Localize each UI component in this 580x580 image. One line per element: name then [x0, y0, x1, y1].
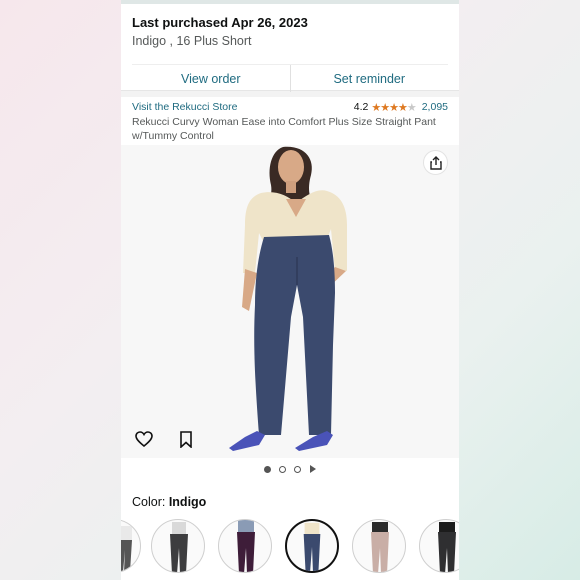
purchased-variant: Indigo , 16 Plus Short: [132, 34, 252, 48]
bookmark-icon: [180, 430, 192, 448]
rating-summary[interactable]: 4.2 ★★★★★ 2,095: [354, 101, 448, 114]
swatch-image: [170, 522, 188, 572]
color-swatch-partial[interactable]: [121, 519, 141, 573]
selected-color-name: Indigo: [168, 495, 207, 509]
color-swatch-black[interactable]: [419, 519, 459, 573]
rating-value: 4.2: [353, 101, 369, 113]
store-link[interactable]: Visit the Rekucci Store: [132, 101, 237, 113]
pager-dot[interactable]: [279, 465, 286, 473]
app-screen: Last purchased Apr 26, 2023 Indigo , 16 …: [121, 0, 459, 580]
product-header: Visit the Rekucci Store 4.2 ★★★★★ 2,095 …: [121, 97, 459, 145]
play-video-icon[interactable]: [310, 465, 316, 473]
swatch-image: [438, 522, 456, 572]
save-for-later-button[interactable]: [175, 428, 197, 450]
favorite-button[interactable]: [133, 428, 155, 450]
color-label: Color: Indigo: [132, 495, 448, 509]
swatch-image: [121, 526, 132, 572]
store-rating-row: Visit the Rekucci Store 4.2 ★★★★★ 2,095: [132, 100, 448, 114]
color-swatch-taupe[interactable]: [352, 519, 406, 573]
color-label-text: Color:: [132, 495, 166, 509]
view-order-button[interactable]: View order: [132, 65, 290, 92]
share-button[interactable]: [423, 150, 448, 175]
rating-count[interactable]: 2,095: [422, 101, 448, 113]
swatch-image: [237, 520, 255, 572]
swatch-image: [303, 522, 321, 571]
color-selector: Color: Indigo: [121, 480, 459, 579]
product-title: Rekucci Curvy Woman Ease into Comfort Pl…: [132, 116, 436, 142]
product-photo: [121, 145, 459, 458]
pager-dot[interactable]: [294, 465, 301, 473]
share-icon: [429, 155, 442, 170]
heart-icon: [135, 431, 153, 447]
pager-dot-active[interactable]: [264, 465, 271, 473]
purchase-actions: View order Set reminder: [132, 64, 448, 92]
image-pager: [121, 458, 459, 480]
star-rating-icon: ★★★★★: [371, 101, 416, 114]
product-image-gallery[interactable]: [121, 145, 459, 458]
set-reminder-button[interactable]: Set reminder: [289, 65, 449, 92]
last-purchased-title: Last purchased Apr 26, 2023: [132, 15, 308, 30]
color-swatch-charcoal[interactable]: [151, 519, 205, 573]
swatch-image: [371, 522, 389, 572]
color-swatch-row: [121, 519, 459, 579]
purchase-history-card: Last purchased Apr 26, 2023 Indigo , 16 …: [121, 4, 459, 92]
color-swatch-indigo[interactable]: [285, 519, 339, 573]
color-swatch-plum[interactable]: [218, 519, 272, 573]
